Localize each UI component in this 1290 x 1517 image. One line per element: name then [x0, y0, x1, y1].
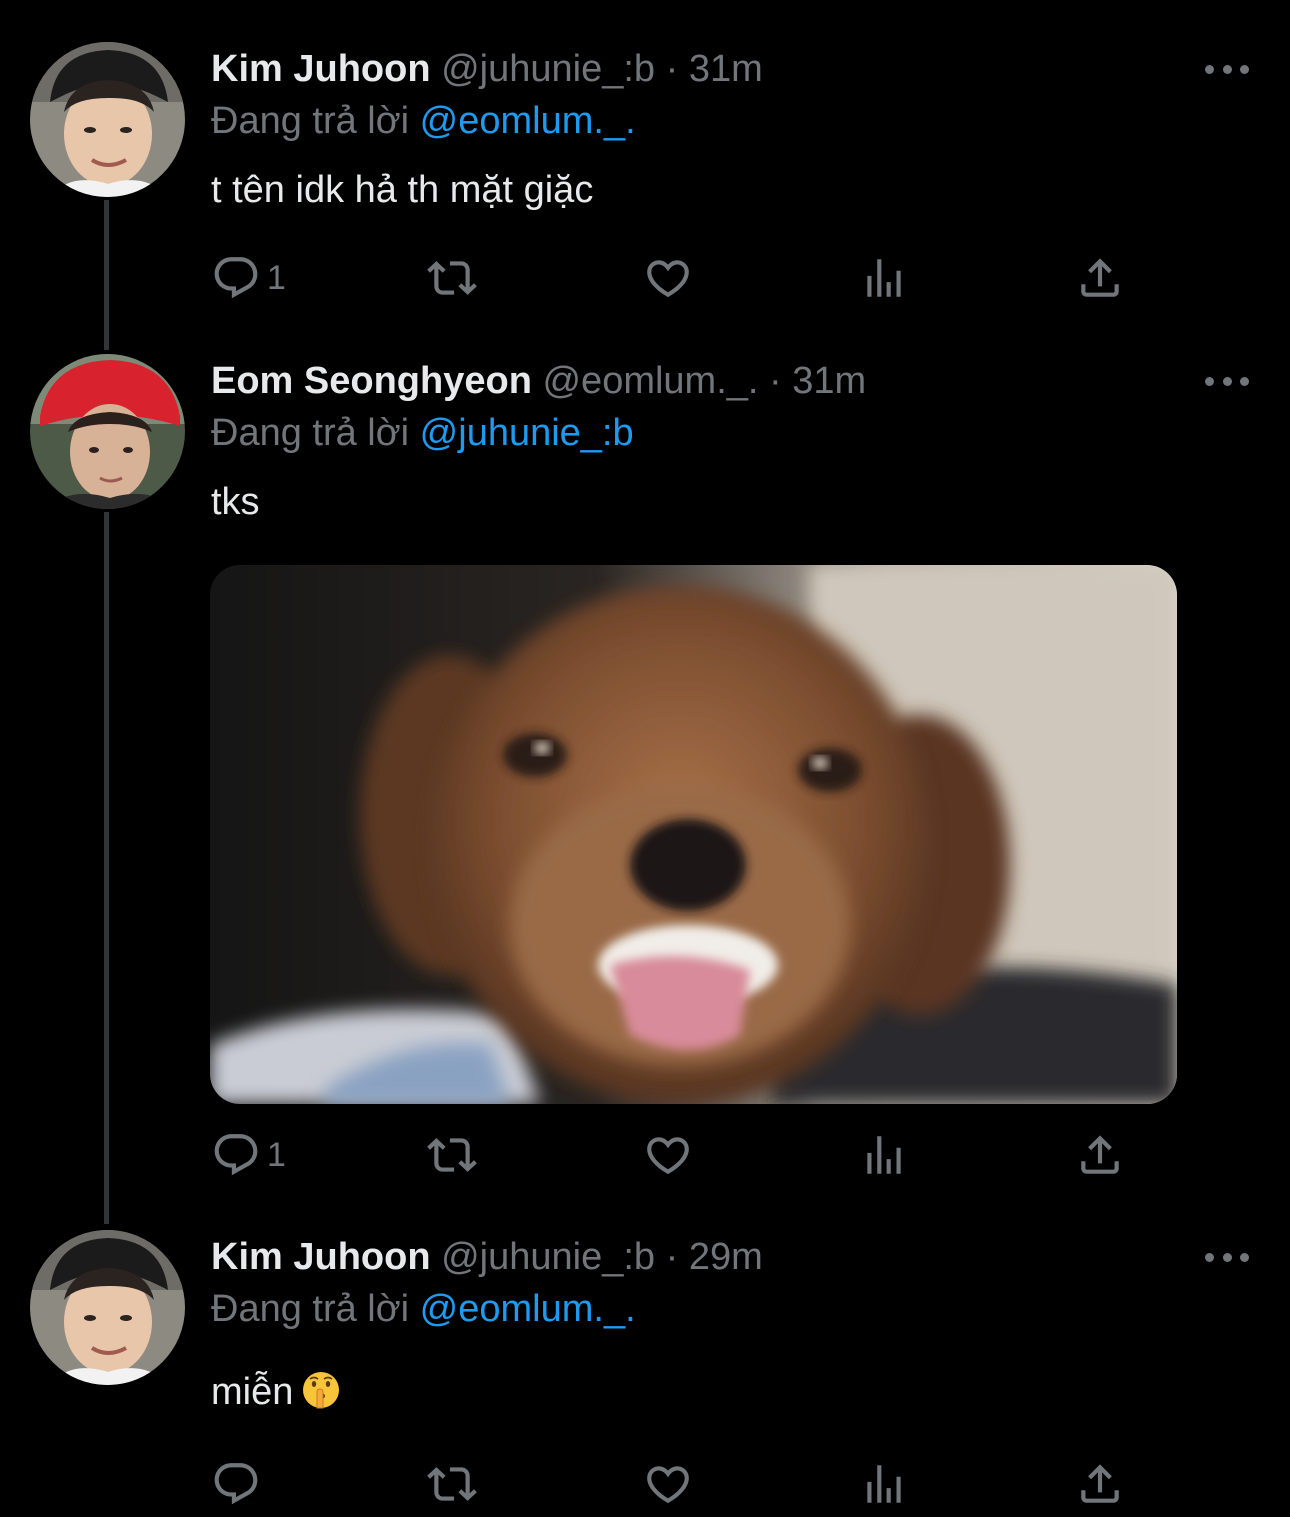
heart-icon [643, 1459, 693, 1509]
more-icon[interactable] [1205, 1247, 1249, 1267]
timestamp[interactable]: 29m [689, 1236, 763, 1278]
action-bar [211, 1456, 1131, 1512]
share-button[interactable] [1075, 1456, 1125, 1512]
replying-to-handle[interactable]: @eomlum._. [420, 1288, 636, 1330]
views-button[interactable] [859, 1456, 909, 1512]
avatar-photo [30, 1230, 185, 1385]
share-icon [1075, 1459, 1125, 1509]
shushing-face-icon [303, 1372, 340, 1409]
retweet-icon [427, 1459, 477, 1509]
display-name[interactable]: Kim Juhoon [211, 1236, 431, 1278]
replying-to-label: Đang trả lời [211, 1288, 410, 1330]
user-handle[interactable]: @juhunie_:b [441, 1236, 655, 1278]
replying-to: Đang trả lời @eomlum._. [211, 1284, 636, 1334]
like-button[interactable] [643, 1456, 693, 1512]
reply-button[interactable] [211, 1456, 267, 1512]
avatar[interactable] [30, 1230, 185, 1385]
retweet-button[interactable] [427, 1456, 477, 1512]
reply-icon [211, 1459, 261, 1509]
tweet-text-content: miễn [211, 1371, 294, 1413]
views-icon [859, 1459, 909, 1509]
tweet-header: Kim Juhoon @juhunie_:b · 29m [211, 1232, 763, 1282]
separator: · [665, 1236, 679, 1278]
tweet[interactable]: Kim Juhoon @juhunie_:b · 29m Đang trả lờ… [0, 0, 1290, 1517]
tweet-text: miễn [211, 1366, 341, 1418]
